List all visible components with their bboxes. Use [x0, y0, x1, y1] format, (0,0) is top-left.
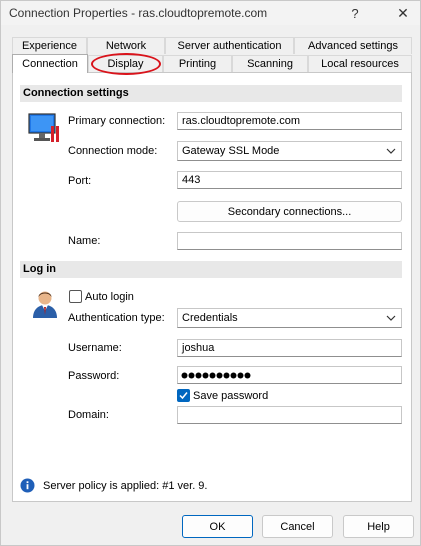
save-password-label: Save password [193, 390, 269, 402]
connection-properties-dialog: Connection Properties - ras.cloudtopremo… [0, 0, 421, 546]
primary-connection-label: Primary connection: [68, 115, 166, 127]
password-dot [223, 372, 230, 379]
password-mask [181, 372, 251, 379]
ok-label: OK [209, 520, 226, 533]
connection-settings-header: Connection settings [20, 85, 402, 102]
password-dot [209, 372, 216, 379]
port-input[interactable]: 443 [177, 171, 402, 189]
password-input[interactable] [177, 366, 402, 384]
port-label: Port: [68, 175, 92, 187]
password-dot [216, 372, 223, 379]
password-dot [202, 372, 209, 379]
password-dot [195, 372, 202, 379]
password-dot [244, 372, 251, 379]
connection-mode-select[interactable]: Gateway SSL Mode [177, 141, 402, 161]
username-label: Username: [68, 342, 122, 354]
chevron-down-icon [385, 143, 397, 159]
auto-login-label: Auto login [85, 291, 134, 303]
connection-mode-label: Connection mode: [68, 145, 158, 157]
username-input[interactable]: joshua [177, 339, 402, 357]
auto-login-checkbox[interactable] [69, 290, 82, 303]
info-icon [20, 478, 35, 493]
help-label: Help [367, 520, 390, 533]
authentication-type-value: Credentials [182, 312, 238, 324]
name-label: Name: [68, 235, 101, 247]
authentication-type-select[interactable]: Credentials [177, 308, 402, 328]
domain-input[interactable] [177, 406, 402, 424]
help-button[interactable]: Help [343, 515, 414, 538]
cancel-button[interactable]: Cancel [262, 515, 333, 538]
user-icon [30, 287, 60, 319]
connection-mode-value: Gateway SSL Mode [182, 145, 280, 157]
checkmark-icon [179, 392, 188, 400]
name-input[interactable] [177, 232, 402, 250]
server-policy-text: Server policy is applied: #1 ver. 9. [43, 480, 208, 492]
login-header: Log in [20, 261, 402, 278]
password-dot [237, 372, 244, 379]
save-password-checkbox[interactable] [177, 389, 190, 402]
primary-connection-input[interactable]: ras.cloudtopremote.com [177, 112, 402, 130]
password-dot [188, 372, 195, 379]
secondary-connections-label: Secondary connections... [227, 205, 352, 218]
authentication-type-label: Authentication type: [68, 312, 165, 324]
password-dot [230, 372, 237, 379]
monitor-icon [27, 112, 63, 146]
chevron-down-icon [385, 310, 397, 326]
domain-label: Domain: [68, 409, 109, 421]
password-dot [181, 372, 188, 379]
panel-content: Connection settings Primary connection: … [1, 1, 421, 546]
secondary-connections-button[interactable]: Secondary connections... [177, 201, 402, 222]
ok-button[interactable]: OK [182, 515, 253, 538]
password-label: Password: [68, 370, 120, 382]
cancel-label: Cancel [280, 520, 315, 533]
